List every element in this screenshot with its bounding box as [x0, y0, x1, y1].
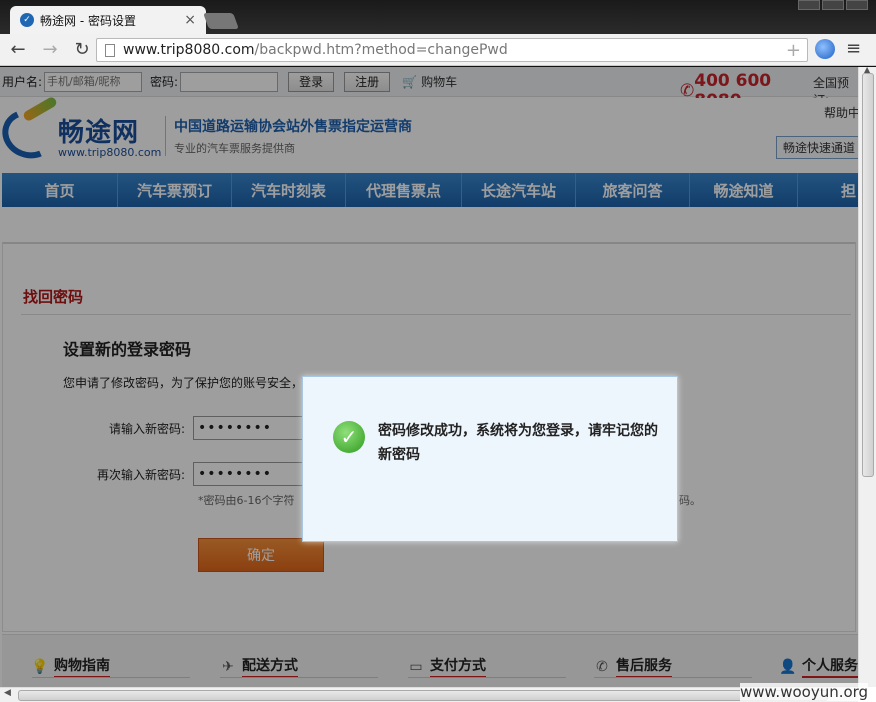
address-bar[interactable]: www.trip8080.com/backpwd.htm?method=chan…: [96, 38, 808, 62]
tab-close-icon[interactable]: ×: [184, 12, 196, 28]
scroll-left-icon[interactable]: ◀: [4, 688, 11, 698]
window-controls: [798, 0, 868, 10]
new-tab-button[interactable]: [203, 13, 239, 29]
menu-icon[interactable]: ≡: [846, 38, 861, 59]
check-icon: ✓: [333, 421, 365, 453]
vertical-scrollbar[interactable]: ▲: [858, 67, 876, 687]
success-message: 密码修改成功，系统将为您登录，请牢记您的新密码: [378, 423, 658, 463]
url-text[interactable]: www.trip8080.com/backpwd.htm?method=chan…: [123, 42, 786, 58]
tab-title: 畅途网 - 密码设置: [40, 13, 136, 28]
vertical-scroll-thumb[interactable]: [862, 73, 874, 477]
browser-toolbar: ← → ↻ www.trip8080.com/backpwd.htm?metho…: [0, 34, 876, 66]
url-path: /backpwd.htm?method=changePwd: [254, 42, 508, 58]
reload-icon[interactable]: ↻: [68, 36, 96, 64]
browser-tab[interactable]: ✓ 畅途网 - 密码设置 ×: [10, 6, 206, 34]
browser-titlebar: ✓ 畅途网 - 密码设置 ×: [0, 0, 876, 34]
maximize-button[interactable]: [822, 0, 844, 10]
page-icon: [105, 43, 115, 57]
close-window-button[interactable]: [846, 0, 868, 10]
globe-extension-icon[interactable]: [815, 39, 835, 59]
forward-arrow-icon[interactable]: →: [36, 36, 64, 64]
watermark: www.wooyun.org: [740, 683, 869, 701]
bookmark-plus-icon[interactable]: +: [786, 40, 801, 61]
page-viewport: 用户名: 密码: 登录 注册 🛒购物车 ✆ 400 600 8080 全国预订:…: [0, 67, 876, 702]
success-dialog: ✓ 密码修改成功，系统将为您登录，请牢记您的新密码: [302, 376, 678, 542]
url-host: www.trip8080.com: [123, 42, 255, 58]
horizontal-scroll-thumb[interactable]: [18, 690, 828, 701]
back-arrow-icon[interactable]: ←: [4, 36, 32, 64]
site-favicon-icon: ✓: [20, 13, 34, 27]
horizontal-scrollbar[interactable]: ◀: [0, 687, 858, 702]
minimize-button[interactable]: [798, 0, 820, 10]
